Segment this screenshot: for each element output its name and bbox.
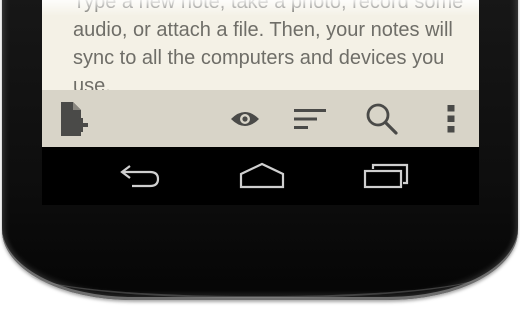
home-button[interactable] (234, 147, 290, 205)
sort-button[interactable] (290, 90, 330, 147)
note-line: Type a new note, take a photo, record so… (73, 0, 464, 13)
recent-apps-icon (363, 163, 409, 189)
overflow-menu-button[interactable] (438, 90, 464, 147)
note-line: sync to all the computers and devices yo… (73, 47, 445, 69)
device-photo: Type a new note, take a photo, record so… (0, 0, 520, 311)
recent-apps-button[interactable] (358, 147, 414, 205)
home-icon (239, 162, 285, 189)
bottom-action-bar (42, 90, 479, 147)
system-navigation-bar (42, 147, 479, 205)
preview-eye-icon (231, 111, 259, 126)
note-body-text: Type a new note, take a photo, record so… (73, 0, 473, 90)
note-line: use. (73, 75, 111, 90)
search-button[interactable] (360, 90, 404, 147)
phone-screen: Type a new note, take a photo, record so… (42, 0, 479, 205)
note-content-area[interactable]: Type a new note, take a photo, record so… (42, 0, 479, 90)
new-note-button[interactable] (52, 90, 96, 147)
sort-icon (294, 108, 326, 129)
back-button[interactable] (112, 147, 168, 205)
search-icon (366, 103, 398, 135)
note-line: audio, or attach a file. Then, your note… (73, 19, 453, 41)
preview-button[interactable] (226, 90, 264, 147)
overflow-menu-icon (447, 104, 455, 132)
new-note-icon (61, 101, 88, 136)
back-icon (120, 165, 160, 188)
